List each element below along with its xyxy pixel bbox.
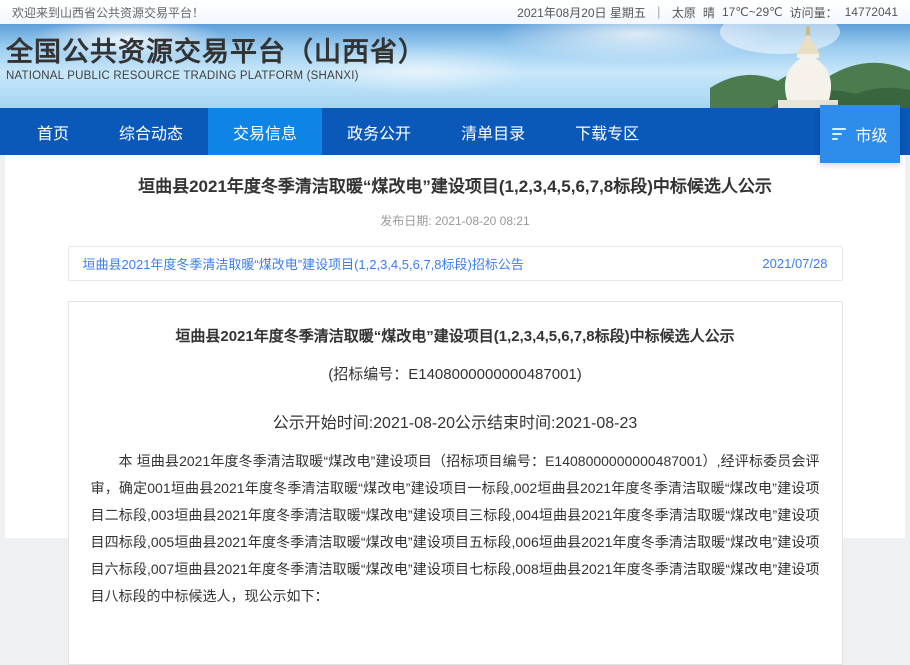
document-tender-code: (招标编号：E1408000000000487001) [91,363,820,384]
document-publicity-period: 公示开始时间:2021-08-20公示结束时间:2021-08-23 [91,409,820,433]
document-title: 垣曲县2021年度冬季清洁取暖“煤改电”建设项目(1,2,3,4,5,6,7,8… [91,325,820,346]
top-utility-bar: 欢迎来到山西省公共资源交易平台！ 2021年08月20日 星期五 ｜ 太原 晴 … [0,0,910,24]
nav-item-list-catalog[interactable]: 清单目录 [436,108,550,155]
publish-date-line: 发布日期: 2021-08-20 08:21 [5,212,905,229]
document-body-paragraph: 本 垣曲县2021年度冬季清洁取暖“煤改电”建设项目（招标项目编号：E14080… [91,448,820,610]
nav-item-gov-open[interactable]: 政务公开 [322,108,436,155]
welcome-text: 欢迎来到山西省公共资源交易平台！ [12,4,204,21]
city-level-button[interactable]: 市级 [820,105,900,163]
publish-date-value: 2021-08-20 08:21 [435,214,530,228]
nav-item-home[interactable]: 首页 [12,108,94,155]
related-link-row: 垣曲县2021年度冬季清洁取暖“煤改电”建设项目(1,2,3,4,5,6,7,8… [68,246,843,281]
content-area: 垣曲县2021年度冬季清洁取暖“煤改电”建设项目(1,2,3,4,5,6,7,8… [5,155,905,538]
main-nav: 首页 综合动态 交易信息 政务公开 清单目录 下载专区 市级 [0,108,910,155]
site-banner: 全国公共资源交易平台（山西省） NATIONAL PUBLIC RESOURCE… [0,24,910,108]
nav-item-trade-info[interactable]: 交易信息 [208,108,322,155]
filter-lines-icon [832,128,846,140]
temperature-text: 17℃~29℃ [722,5,783,19]
publish-date-label: 发布日期: [380,214,435,228]
page-root: 欢迎来到山西省公共资源交易平台！ 2021年08月20日 星期五 ｜ 太原 晴 … [0,0,910,538]
site-subtitle: NATIONAL PUBLIC RESOURCE TRADING PLATFOR… [6,70,426,82]
site-title: 全国公共资源交易平台（山西省） [6,36,426,68]
document-card: 垣曲县2021年度冬季清洁取暖“煤改电”建设项目(1,2,3,4,5,6,7,8… [68,301,843,665]
page-title: 垣曲县2021年度冬季清洁取暖“煤改电”建设项目(1,2,3,4,5,6,7,8… [45,172,865,197]
visits-label: 访问量： [790,4,838,21]
city-name: 太原 [672,4,696,21]
pagoda-illustration [710,24,910,108]
city-level-label: 市级 [855,122,887,146]
weather-text: 晴 [703,4,715,21]
site-branding: 全国公共资源交易平台（山西省） NATIONAL PUBLIC RESOURCE… [6,36,426,82]
divider: ｜ [653,4,665,21]
related-announcement-date: 2021/07/28 [762,256,827,271]
related-announcement-link[interactable]: 垣曲县2021年度冬季清洁取暖“煤改电”建设项目(1,2,3,4,5,6,7,8… [83,254,524,273]
topbar-info: 2021年08月20日 星期五 ｜ 太原 晴 17℃~29℃ 访问量： 1477… [517,4,898,21]
nav-item-downloads[interactable]: 下载专区 [550,108,664,155]
current-date: 2021年08月20日 星期五 [517,4,646,21]
nav-item-news[interactable]: 综合动态 [94,108,208,155]
visits-count: 14772041 [845,5,898,19]
